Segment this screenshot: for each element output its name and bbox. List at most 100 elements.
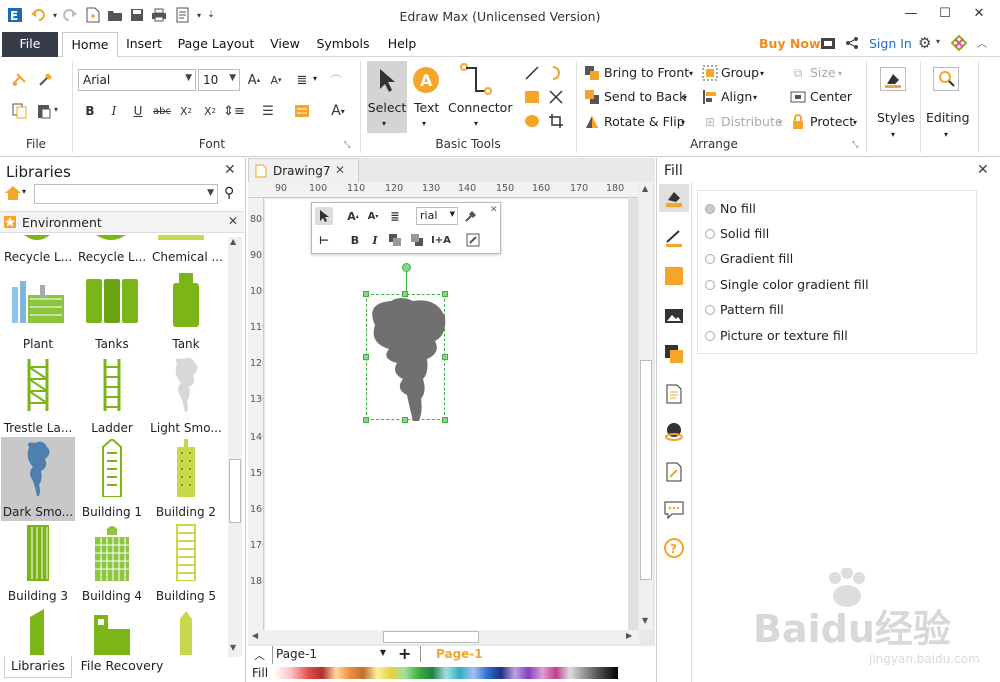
scroll-up-icon[interactable]: ▲ — [230, 237, 236, 246]
mini-text-color-icon[interactable]: I+A — [431, 231, 451, 249]
mini-connector-icon[interactable]: ⊢ — [315, 231, 333, 249]
mini-style-icon[interactable] — [464, 231, 482, 249]
library-item-trestle-ladder[interactable]: Trestle La... — [1, 353, 75, 437]
color-swatches[interactable] — [274, 667, 618, 679]
library-category-header[interactable]: Environment ✕ — [0, 211, 244, 233]
align-button[interactable]: Align — [721, 89, 752, 104]
theme-icon[interactable] — [950, 34, 968, 52]
tab-libraries[interactable]: Libraries — [4, 656, 72, 678]
chevron-down-icon[interactable]: ▾ — [683, 93, 687, 102]
mini-bring-front-icon[interactable] — [386, 231, 404, 249]
document-tab[interactable]: Drawing7 ✕ — [248, 158, 359, 182]
chevron-down-icon[interactable]: ▾ — [838, 69, 842, 78]
library-scrollbar[interactable]: ▲ ▼ — [228, 237, 242, 657]
rectangle-tool-icon[interactable] — [522, 87, 542, 107]
resize-handle[interactable] — [442, 417, 448, 423]
bring-to-front-icon[interactable] — [582, 63, 602, 83]
send-to-back-button[interactable]: Send to Back — [604, 89, 686, 104]
fill-option-pattern[interactable]: Pattern fill — [705, 302, 784, 317]
globe-icon[interactable] — [664, 422, 684, 442]
scroll-down-icon[interactable]: ▼ — [230, 643, 236, 652]
mini-send-back-icon[interactable] — [408, 231, 426, 249]
layers-icon[interactable] — [664, 344, 684, 364]
resize-handle[interactable] — [442, 291, 448, 297]
styles-icon[interactable] — [880, 67, 906, 91]
library-item-tank[interactable]: Tank — [149, 269, 223, 353]
data-sheet-icon[interactable] — [664, 384, 684, 404]
increase-font-icon[interactable]: A ▴ — [244, 70, 264, 90]
drawing-page[interactable] — [265, 199, 638, 631]
mini-font-select[interactable]: rial ▼ — [416, 207, 458, 225]
tab-home[interactable]: Home — [62, 32, 118, 58]
chevron-down-icon[interactable]: ▾ — [753, 93, 757, 102]
chevron-down-icon[interactable]: ▾ — [689, 69, 693, 78]
rotate-flip-button[interactable]: Rotate & Flip — [604, 114, 685, 129]
library-item-label[interactable]: Recycle L... — [4, 250, 72, 264]
resize-handle[interactable] — [402, 417, 408, 423]
format-painter-icon[interactable] — [10, 69, 30, 89]
library-item-building-3[interactable]: Building 3 — [1, 521, 75, 605]
tab-page-layout[interactable]: Page Layout — [174, 32, 258, 57]
arc-tool-icon[interactable] — [546, 63, 566, 83]
mini-italic-icon[interactable]: I — [366, 231, 384, 249]
copy-icon[interactable] — [10, 101, 30, 121]
center-icon[interactable] — [788, 87, 808, 107]
fill-option-picture-texture[interactable]: Picture or texture fill — [705, 328, 848, 343]
scroll-down-icon[interactable]: ▼ — [642, 616, 648, 625]
radio[interactable] — [705, 229, 715, 239]
line-style-icon[interactable] — [664, 228, 684, 248]
canvas-hscrollbar[interactable]: ◀ ▶ — [248, 630, 639, 644]
close-libraries-icon[interactable]: ✕ — [224, 162, 236, 178]
close-category-icon[interactable]: ✕ — [228, 214, 238, 228]
fill-option-solid[interactable]: Solid fill — [705, 226, 769, 241]
chevron-down-icon[interactable]: ▾ — [760, 69, 764, 78]
distribute-icon[interactable]: ⊞ — [700, 112, 720, 132]
home-dropdown-icon[interactable]: ▾ — [22, 187, 26, 196]
collapse-ribbon-icon[interactable]: ︿ — [977, 35, 987, 50]
close-tab-icon[interactable]: ✕ — [335, 163, 345, 177]
font-size-select[interactable]: 10 ▼ — [198, 69, 240, 91]
add-page-icon[interactable]: + — [398, 644, 411, 663]
radio-selected[interactable] — [705, 204, 715, 214]
text-tool-icon[interactable]: A — [410, 65, 442, 95]
fill-side-tab-active[interactable] — [659, 184, 689, 212]
italic-icon[interactable]: I — [104, 101, 124, 121]
library-item-light-smoke[interactable]: Light Smo... — [149, 353, 223, 437]
image-icon[interactable] — [664, 306, 684, 326]
resize-handle[interactable] — [442, 354, 448, 360]
page-bar-collapse-icon[interactable]: ︿ — [254, 647, 265, 663]
group-icon[interactable] — [700, 63, 720, 83]
cart-icon[interactable] — [820, 36, 836, 50]
shadow-icon[interactable] — [664, 266, 684, 286]
send-to-back-icon[interactable] — [582, 87, 602, 107]
library-item-ladder[interactable]: Ladder — [75, 353, 149, 437]
tab-file[interactable]: File — [2, 32, 58, 57]
distribute-button[interactable]: Distribute — [721, 114, 783, 129]
underline-icon[interactable]: U — [128, 101, 148, 121]
paste-dropdown-icon[interactable]: ▾ — [54, 105, 58, 114]
cross-tool-icon[interactable] — [546, 87, 566, 107]
fill-option-single-color-gradient[interactable]: Single color gradient fill — [705, 277, 869, 292]
align-text-icon[interactable]: ≣ — [292, 70, 312, 90]
center-button[interactable]: Center — [810, 89, 852, 104]
align-icon[interactable] — [700, 87, 720, 107]
search-icon[interactable]: ⚲ — [224, 185, 234, 201]
scroll-right-icon[interactable]: ▶ — [626, 631, 632, 640]
home-icon[interactable] — [4, 185, 22, 201]
settings-gear-icon[interactable]: ⚙ — [918, 34, 931, 52]
bullets-icon[interactable]: ☰ — [258, 101, 278, 121]
editing-button[interactable]: Editing — [926, 110, 970, 125]
text-background-icon[interactable] — [292, 101, 312, 121]
buy-now-link[interactable]: Buy Now — [759, 36, 821, 51]
edit-page-icon[interactable] — [664, 462, 684, 482]
mini-increase-font-icon[interactable]: A ▴ — [344, 207, 362, 225]
library-item-building-5[interactable]: Building 5 — [149, 521, 223, 605]
tab-view[interactable]: View — [264, 32, 306, 57]
protect-button[interactable]: Protect — [810, 114, 854, 129]
scrollbar-thumb[interactable] — [640, 360, 652, 580]
bold-icon[interactable]: B — [80, 101, 100, 121]
scrollbar-thumb[interactable] — [229, 459, 241, 523]
mini-select-icon[interactable] — [315, 207, 333, 225]
font-color-icon[interactable]: A ▾ — [328, 101, 348, 121]
library-item-dark-smoke[interactable]: Dark Smo... — [1, 437, 75, 521]
